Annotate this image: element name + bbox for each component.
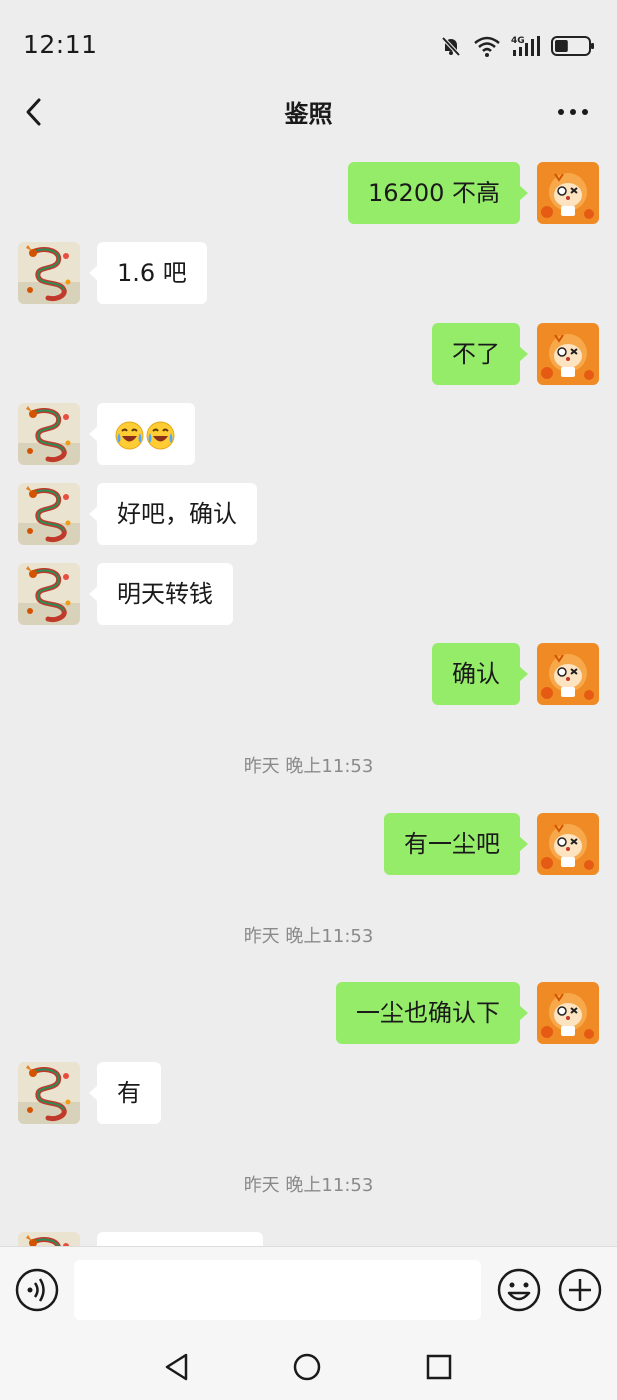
contact-avatar[interactable]: [18, 242, 80, 304]
message-bubble-other[interactable]: 有: [89, 1062, 161, 1124]
input-bar: [0, 1246, 617, 1333]
plus-icon[interactable]: [557, 1267, 603, 1313]
message-timestamp: 昨天 晚上11:53: [243, 926, 374, 947]
message-list[interactable]: 16200 不高 1.6 吧 不了 好吧，确认 明天转钱 确认 昨天 晚上11:…: [0, 146, 617, 1246]
self-avatar[interactable]: [537, 643, 599, 705]
message-timestamp: 昨天 晚上11:53: [243, 1175, 374, 1196]
self-avatar[interactable]: [537, 323, 599, 385]
more-dots-icon[interactable]: [551, 90, 595, 134]
circle-home-icon[interactable]: [290, 1350, 324, 1384]
wifi-icon: [474, 36, 500, 57]
self-avatar[interactable]: [537, 813, 599, 875]
message-bubble-self[interactable]: 16200 不高: [348, 162, 528, 224]
status-icons: 4G: [439, 30, 595, 62]
svg-text:4G: 4G: [511, 36, 525, 46]
message-bubble-other[interactable]: 好吧，确认: [89, 483, 257, 545]
message-bubble-self[interactable]: 不了: [432, 323, 528, 385]
contact-avatar[interactable]: [18, 403, 80, 465]
system-nav-bar: [0, 1332, 617, 1400]
smiley-icon[interactable]: [496, 1267, 542, 1313]
message-bubble-other[interactable]: [89, 403, 195, 465]
chat-screen: 12:11 4G 鉴照 16200 不高 1.6 吧 不了 好吧，确认 明天转钱…: [0, 0, 617, 1400]
self-avatar[interactable]: [537, 982, 599, 1044]
message-input[interactable]: [74, 1260, 481, 1320]
status-time: 12:11: [23, 30, 98, 59]
message-bubble-other[interactable]: [97, 1232, 263, 1246]
laughing-crying-emoji-icon: [146, 420, 175, 450]
mute-bell-icon: [441, 36, 461, 57]
triangle-back-icon[interactable]: [160, 1350, 194, 1384]
self-avatar[interactable]: [537, 162, 599, 224]
square-recent-icon[interactable]: [422, 1350, 456, 1384]
contact-avatar[interactable]: [18, 483, 80, 545]
signal-4g-icon: 4G: [511, 36, 540, 56]
message-bubble-other[interactable]: 1.6 吧: [89, 242, 207, 304]
contact-avatar[interactable]: [18, 1232, 80, 1246]
message-bubble-self[interactable]: 确认: [432, 643, 528, 705]
contact-avatar[interactable]: [18, 1062, 80, 1124]
message-timestamp: 昨天 晚上11:53: [243, 756, 374, 777]
battery-icon: [551, 36, 594, 56]
chat-header: 鉴照: [0, 82, 617, 142]
message-bubble-self[interactable]: 有一尘吧: [384, 813, 528, 875]
status-bar: 12:11 4G: [0, 0, 617, 90]
contact-avatar[interactable]: [18, 563, 80, 625]
laughing-crying-emoji-icon: [115, 420, 144, 450]
message-bubble-self[interactable]: 一尘也确认下: [336, 982, 528, 1044]
voice-icon[interactable]: [14, 1267, 60, 1313]
chat-title: 鉴照: [284, 100, 333, 128]
message-bubble-other[interactable]: 明天转钱: [89, 563, 233, 625]
